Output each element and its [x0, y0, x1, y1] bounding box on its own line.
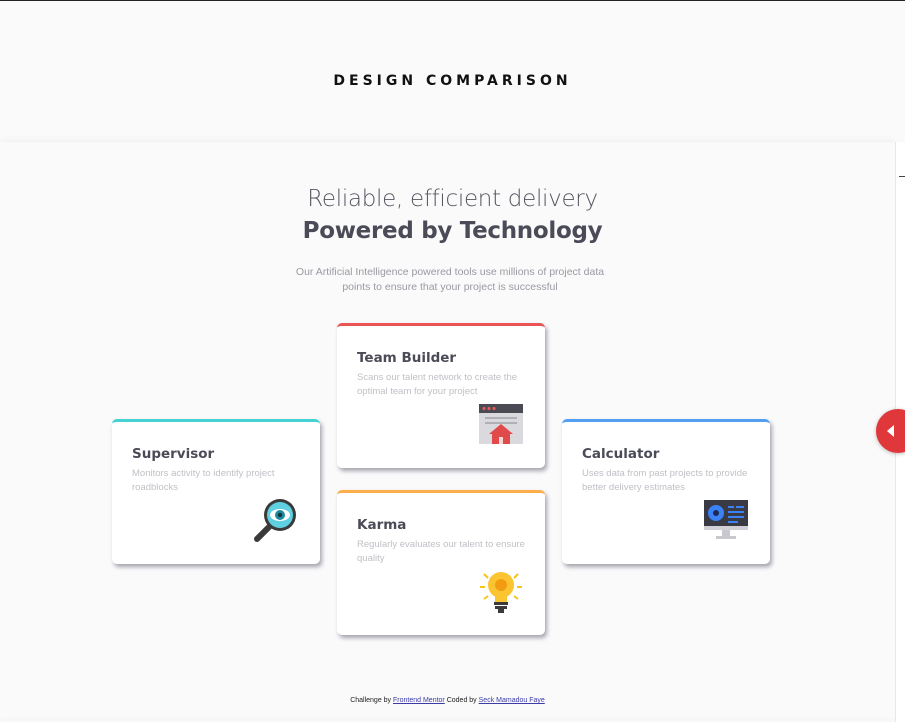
- author-link[interactable]: Seck Mamadou Faye: [479, 697, 545, 704]
- page-title: DESIGN COMPARISON: [333, 73, 572, 89]
- hero-intro: Our Artificial Intelligence powered tool…: [295, 266, 605, 293]
- hero-heading: Powered by Technology: [302, 218, 603, 244]
- card-text: Scans our talent network to create the o…: [357, 372, 518, 397]
- frontend-mentor-link[interactable]: Frontend Mentor: [393, 697, 445, 704]
- card-title: Team Builder: [357, 350, 457, 366]
- card-text: Uses data from past projects to provide …: [582, 468, 748, 493]
- card-supervisor: Supervisor Monitors activity to identify…: [112, 419, 320, 564]
- footer-middle: Coded by: [446, 697, 477, 704]
- card-title: Calculator: [582, 446, 660, 462]
- team-builder-icon: [479, 404, 523, 444]
- arrow-left-icon: [887, 425, 894, 437]
- card-title: Karma: [357, 517, 407, 533]
- card-team-builder: Team Builder Scans our talent network to…: [337, 323, 545, 468]
- rail-divider: [899, 176, 905, 177]
- footer-prefix: Challenge by: [350, 697, 392, 704]
- hero-subheading: Reliable, efficient delivery: [307, 186, 598, 212]
- card-calculator: Calculator Uses data from past projects …: [562, 419, 770, 564]
- lightbulb-icon: [480, 572, 522, 613]
- card-karma: Karma Regularly evaluates our talent to …: [337, 490, 545, 635]
- card-title: Supervisor: [132, 446, 215, 462]
- comparison-header: DESIGN COMPARISON: [0, 1, 905, 141]
- card-text: Regularly evaluates our talent to ensure…: [357, 539, 525, 564]
- monitor-icon: [704, 500, 748, 539]
- magnifier-eye-icon: [254, 499, 296, 542]
- card-text: Monitors activity to identify project ro…: [132, 468, 275, 493]
- attribution-footer: Challenge by Frontend Mentor Coded by Se…: [0, 697, 895, 704]
